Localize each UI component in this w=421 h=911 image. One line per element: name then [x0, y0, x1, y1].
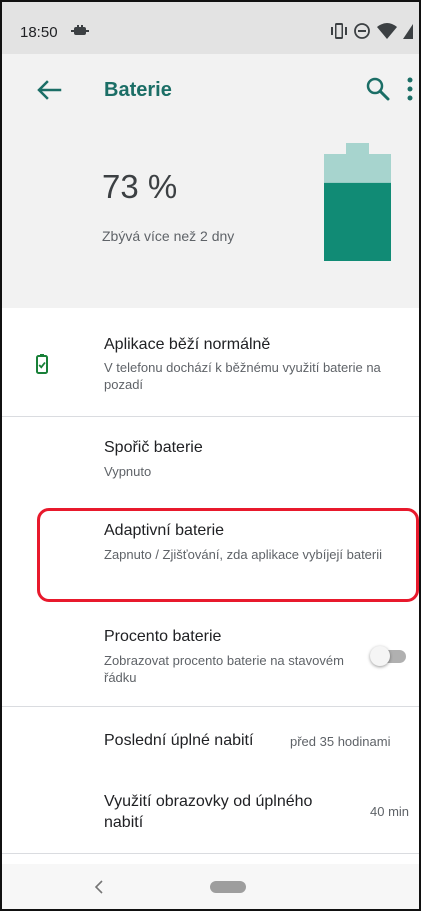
adaptive-battery-status: Zapnuto / Zjišťování, zda aplikace vybíj…	[104, 547, 383, 562]
status-icons	[329, 22, 419, 42]
divider	[2, 853, 419, 854]
battery-saver-status: Vypnuto	[104, 464, 152, 479]
last-full-charge-title: Poslední úplné nabití	[104, 732, 254, 749]
screen-usage-title: Využití obrazovky od úplného nabití	[104, 793, 313, 831]
cell-signal-icon	[403, 24, 413, 39]
toggle-thumb	[370, 646, 390, 666]
arrow-back-icon[interactable]	[36, 78, 62, 102]
last-full-charge-value: před 35 hodinami	[290, 734, 391, 749]
nav-back-icon[interactable]	[92, 878, 106, 896]
page-title: Baterie	[104, 79, 172, 101]
list-item-app-status[interactable]: Aplikace běží normálně V telefonu docház…	[2, 308, 419, 416]
home-pill-icon[interactable]	[210, 881, 246, 893]
battery-percentage-toggle[interactable]	[370, 644, 406, 668]
app-bar: Baterie	[2, 54, 419, 126]
list-item-last-full-charge[interactable]: Poslední úplné nabití před 35 hodinami	[2, 707, 419, 777]
status-time: 18:50	[20, 24, 58, 41]
battery-percentage-subtitle: Zobrazovat procento baterie na stavovém …	[104, 653, 344, 685]
screen-usage-value: 40 min	[370, 804, 410, 819]
battery-level-icon	[324, 143, 391, 261]
battery-saver-title: Spořič baterie	[104, 439, 203, 456]
app-status-subtitle: V telefonu dochází k běžnému využití bat…	[104, 360, 381, 392]
navigation-bar	[2, 864, 419, 909]
status-bar: 18:50	[2, 2, 419, 54]
search-icon[interactable]	[365, 76, 391, 102]
more-vert-icon[interactable]	[402, 76, 418, 102]
app-status-title: Aplikace běží normálně	[104, 336, 271, 353]
list-item-adaptive-battery[interactable]: Adaptivní baterie Zapnuto / Zjišťování, …	[2, 502, 419, 608]
do-not-disturb-icon	[354, 23, 370, 39]
vibrate-icon	[331, 23, 347, 39]
list-item-battery-saver[interactable]: Spořič baterie Vypnuto	[2, 417, 419, 502]
phone-screen: 18:50 Baterie 73 % Zbývá více než 2 dny …	[0, 0, 421, 911]
list-item-screen-usage[interactable]: Využití obrazovky od úplného nabití 40 m…	[2, 777, 419, 853]
list-item-battery-percentage[interactable]: Procento baterie Zobrazovat procento bat…	[2, 608, 419, 706]
battery-percentage-title: Procento baterie	[104, 628, 222, 645]
battery-percent: 73 %	[102, 168, 178, 205]
battery-remaining-time: Zbývá více než 2 dny	[102, 228, 235, 244]
battery-check-icon	[36, 354, 48, 374]
adaptive-battery-title: Adaptivní baterie	[104, 522, 225, 539]
notification-icon	[71, 25, 89, 35]
wifi-icon	[377, 23, 397, 39]
